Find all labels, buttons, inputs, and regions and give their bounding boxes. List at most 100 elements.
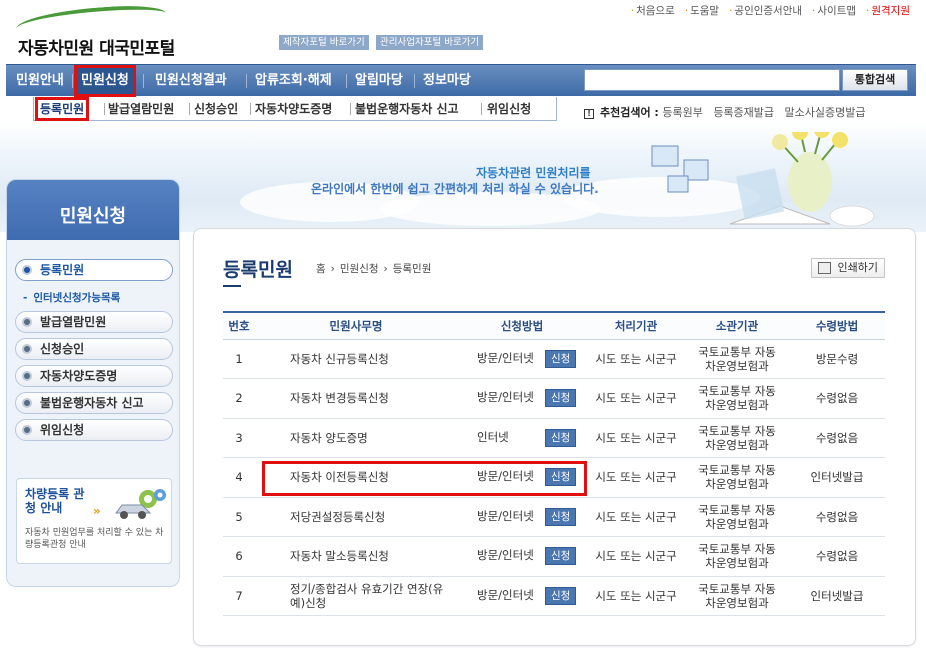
subnav-registration[interactable]: 등록민원	[34, 97, 90, 121]
service-name-line: 예)신청	[290, 595, 327, 610]
left-item-label: 등록민원	[40, 263, 85, 277]
agency-cell: 시도 또는 시군구	[587, 418, 685, 458]
util-home-link[interactable]: · 처음으로	[631, 3, 675, 18]
left-menu: 민원신청 등록민원 - 인터넷신청가능목록 발급열람민원 신청승인 자동차양도증명…	[6, 179, 180, 587]
nav-guide[interactable]: 민원안내	[12, 65, 68, 97]
table-row: 5 저당권설정등록신청 방문/인터넷 신청 시도 또는 시군구 국토교통부 자동 차운영보험…	[223, 497, 885, 537]
utility-links: · 처음으로 · 도움말 · 공인인증서안내 · 사이트맵 · 원격지원	[631, 3, 910, 18]
bullet-icon	[22, 265, 32, 275]
nav-apply[interactable]: 민원신청	[74, 65, 136, 97]
nav-apply-result[interactable]: 민원신청결과	[151, 65, 231, 97]
util-remote-support-link[interactable]: · 원격지원	[866, 3, 910, 18]
util-sitemap-link[interactable]: · 사이트맵	[812, 3, 856, 18]
bullet-icon	[22, 344, 32, 354]
left-item-label: 신청승인	[40, 342, 85, 356]
apply-button[interactable]: 신청	[545, 389, 577, 408]
breadcrumb-apply[interactable]: 민원신청	[340, 263, 379, 275]
left-item-delegation[interactable]: 위임신청	[15, 419, 173, 441]
left-item-registration[interactable]: 등록민원	[15, 259, 173, 281]
sub-nav: 등록민원 발급열람민원 신청승인 자동차양도증명 불법운행자동차 신고 위임신청	[33, 97, 557, 121]
table-row: 7 정기/종합검사 유효기간 연장(유 예)신청 방문/인터넷 신청 시도 또는 시군구 국…	[223, 576, 885, 616]
bullet-icon	[22, 425, 32, 435]
double-chevron-icon: »	[93, 504, 101, 518]
subnav-illegal-report[interactable]: 불법운행자동차 신고	[355, 100, 459, 118]
left-item-label: 발급열람민원	[40, 315, 107, 329]
left-item-label: 불법운행자동차 신고	[40, 396, 144, 410]
subnav-transfer-proof[interactable]: 자동차양도증명	[255, 100, 332, 118]
registry-office-promo[interactable]: 차량등록 관청 안내 » 자동차 민원업무를 처리할 수 있는 차량등록관청 안…	[16, 478, 172, 564]
owner-line: 국토교통부 자동	[698, 384, 776, 399]
promo-description: 자동차 민원업무를 처리할 수 있는 차량등록관청 안내	[25, 528, 164, 550]
subnav-delegation[interactable]: 위임신청	[487, 100, 531, 118]
keyword-link[interactable]: 등록원부	[662, 106, 702, 119]
service-name-cell[interactable]: 자동차 신규등록신청	[255, 339, 457, 379]
util-cert-link[interactable]: · 공인인증서안내	[729, 3, 802, 18]
row-no: 6	[223, 536, 255, 577]
agency-cell: 시도 또는 시군구	[587, 378, 685, 419]
manager-portal-link[interactable]: 관리사업자포털 바로가기	[376, 35, 484, 50]
service-name-cell[interactable]: 저당권설정등록신청	[255, 497, 457, 537]
nav-divider	[72, 74, 73, 88]
left-item-issue-view[interactable]: 발급열람민원	[15, 311, 173, 333]
col-receive: 수령방법	[789, 311, 885, 340]
nav-info[interactable]: 정보마당	[419, 65, 475, 97]
service-name: 저당권설정등록신청	[290, 509, 386, 524]
subnav-divider	[350, 103, 351, 115]
bullet-icon	[22, 371, 32, 381]
printer-icon	[818, 262, 831, 274]
apply-button[interactable]: 신청	[545, 547, 577, 566]
maker-portal-link[interactable]: 제작자포털 바로가기	[279, 35, 369, 50]
nav-notice[interactable]: 알림마당	[351, 65, 407, 97]
left-menu-title: 민원신청	[59, 206, 127, 227]
table-row: 3 자동차 양도증명 인터넷 신청 시도 또는 시군구 국토교통부 자동 차운영보험과 수령없…	[223, 418, 885, 458]
print-button[interactable]: 인쇄하기	[811, 258, 885, 278]
agency-cell: 시도 또는 시군구	[587, 536, 685, 577]
receive-cell: 수령없음	[789, 497, 885, 537]
search-button[interactable]: 통합검색	[842, 69, 908, 91]
site-logo[interactable]: 자동차민원 대국민포털	[8, 2, 198, 59]
method-text: 방문/인터넷	[477, 548, 534, 563]
left-item-illegal-report[interactable]: 불법운행자동차 신고	[15, 392, 173, 414]
apply-button[interactable]: 신청	[545, 586, 577, 605]
subnav-divider	[250, 103, 251, 115]
apply-button[interactable]: 신청	[545, 349, 577, 368]
chevron-right-icon: ›	[383, 263, 388, 275]
bullet-icon	[22, 317, 32, 327]
subnav-approval[interactable]: 신청승인	[194, 100, 238, 118]
agency-cell: 시도 또는 시군구	[587, 497, 685, 537]
breadcrumb: 홈 › 민원신청 › 등록민원	[316, 261, 431, 276]
breadcrumb-home[interactable]: 홈	[316, 263, 326, 275]
service-name-cell[interactable]: 자동차 말소등록신청	[255, 536, 457, 577]
keyword-link[interactable]: 등록증재발급	[713, 106, 774, 119]
col-owner: 소관기관	[685, 311, 789, 340]
service-name-cell[interactable]: 자동차 변경등록신청	[255, 378, 457, 419]
agency-cell: 시도 또는 시군구	[587, 339, 685, 379]
owner-cell: 국토교통부 자동 차운영보험과	[685, 457, 789, 498]
recommend-label: 추천검색어 :	[600, 106, 659, 119]
banner-line2: 온라인에서 한번에 쉽고 간편하게 처리 하실 수 있습니다.	[311, 182, 599, 196]
logo-text: 자동차민원 대국민포털	[18, 39, 175, 59]
apply-button[interactable]: 신청	[545, 507, 577, 526]
keyword-link[interactable]: 말소사실증명발급	[785, 106, 866, 119]
owner-line: 국토교통부 자동	[698, 581, 776, 596]
left-item-transfer-proof[interactable]: 자동차양도증명	[15, 365, 173, 387]
util-help-link[interactable]: · 도움말	[685, 3, 719, 18]
search-input[interactable]	[584, 69, 840, 91]
service-name-cell[interactable]: 정기/종합검사 유효기간 연장(유 예)신청	[255, 576, 457, 616]
owner-cell: 국토교통부 자동 차운영보험과	[685, 339, 789, 379]
nav-divider	[414, 74, 415, 88]
left-item-approval[interactable]: 신청승인	[15, 338, 173, 360]
left-subitem-internet-list[interactable]: - 인터넷신청가능목록	[23, 290, 126, 305]
nav-divider	[346, 74, 347, 88]
subnav-issue-view[interactable]: 발급열람민원	[108, 100, 174, 118]
receive-cell: 수령없음	[789, 536, 885, 577]
row-no: 4	[223, 457, 255, 498]
table-row: 6 자동차 말소등록신청 방문/인터넷 신청 시도 또는 시군구 국토교통부 자동 차운영보…	[223, 536, 885, 577]
nav-seizure[interactable]: 압류조회·해제	[251, 65, 336, 97]
left-subitem-label: 인터넷신청가능목록	[33, 292, 121, 304]
service-name-line: 정기/종합검사 유효기간 연장(유	[290, 581, 444, 596]
service-name-cell[interactable]: 자동차 양도증명	[255, 418, 457, 458]
receive-cell: 방문수령	[789, 339, 885, 379]
owner-line: 차운영보험과	[705, 477, 769, 492]
apply-button[interactable]: 신청	[545, 428, 577, 447]
